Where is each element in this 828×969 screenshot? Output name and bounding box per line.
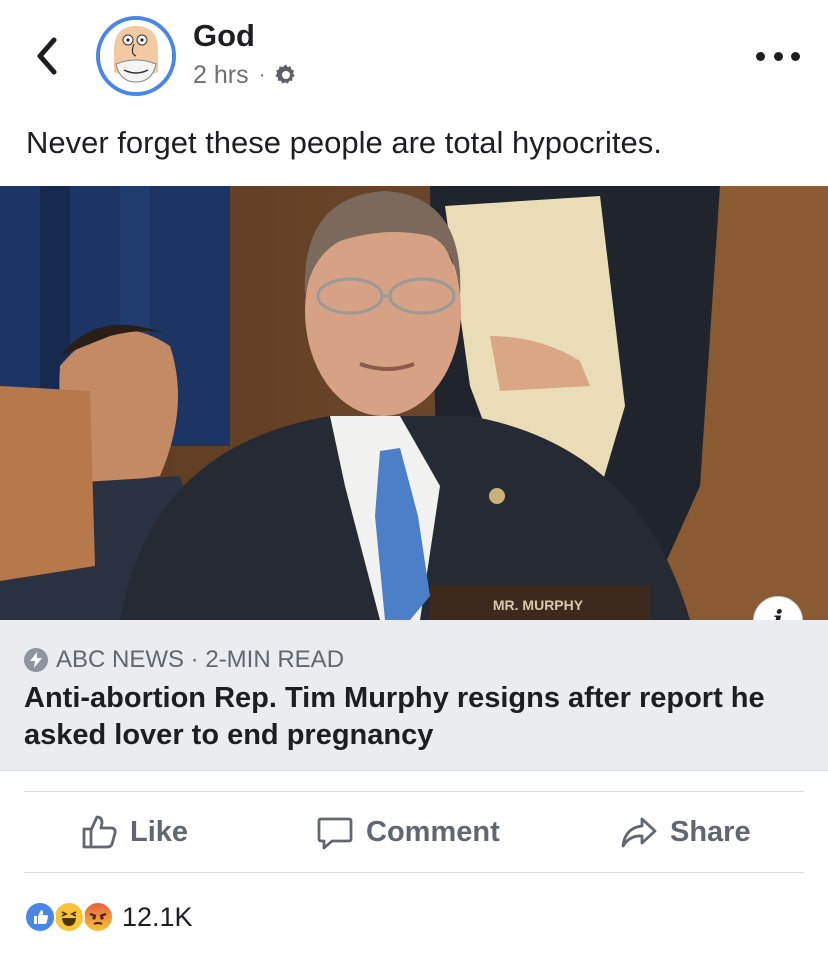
avatar[interactable]: [96, 16, 176, 96]
like-reaction-icon: [24, 901, 56, 933]
link-source-label: ABC NEWS · 2-MIN READ: [56, 646, 345, 673]
like-button[interactable]: Like: [80, 806, 188, 858]
comment-label: Comment: [366, 815, 500, 848]
link-preview-image[interactable]: MR. MURPHY: [0, 186, 828, 620]
share-arrow-icon: [621, 817, 657, 848]
instant-article-bolt-icon: [24, 648, 48, 672]
post-text: Never forget these people are total hypo…: [26, 125, 662, 160]
author-name[interactable]: God: [193, 18, 255, 54]
haha-reaction-icon: [53, 901, 85, 933]
image-nameplate-text: MR. MURPHY: [493, 597, 584, 613]
reactions-summary[interactable]: 12.1K: [24, 896, 193, 938]
post-time[interactable]: 2 hrs: [193, 61, 249, 90]
like-label: Like: [130, 815, 189, 848]
action-bar-divider-bottom: [24, 872, 804, 873]
share-label: Share: [670, 815, 751, 848]
privacy-gear-icon: [275, 64, 296, 84]
link-source: ABC NEWS · 2-MIN READ: [24, 646, 344, 674]
comment-button[interactable]: Comment: [316, 806, 500, 858]
more-options-icon[interactable]: [756, 44, 800, 68]
reaction-count: 12.1K: [122, 901, 193, 932]
angry-reaction-icon: [82, 901, 114, 933]
post-header: God 2 hrs ·: [0, 0, 828, 110]
action-bar-divider-top: [24, 791, 804, 792]
post-meta: 2 hrs ·: [193, 60, 298, 90]
comment-bubble-icon: [317, 817, 353, 850]
thumbs-up-icon: [82, 815, 117, 849]
share-button[interactable]: Share: [620, 806, 751, 858]
back-icon[interactable]: [30, 34, 66, 78]
link-headline[interactable]: Anti-abortion Rep. Tim Murphy resigns af…: [24, 680, 814, 754]
meta-separator: ·: [258, 63, 266, 86]
